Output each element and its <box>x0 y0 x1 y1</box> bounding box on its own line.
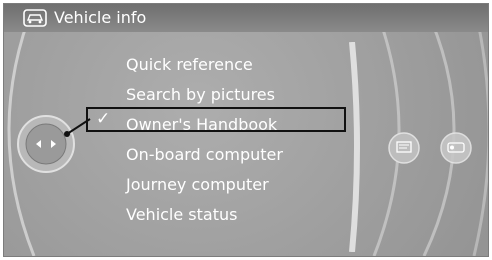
header-title: Vehicle info <box>54 8 147 27</box>
car-info-icon <box>23 9 47 27</box>
menu-item-on-board-computer[interactable]: On-board computer <box>126 140 283 170</box>
vehicle-info-menu: Quick reference Search by pictures Owner… <box>126 50 283 230</box>
header-bar: Vehicle info <box>4 4 488 32</box>
vehicle-info-screen: Vehicle info ✓ Quick reference Search by… <box>3 3 489 257</box>
menu-scroll-track[interactable] <box>348 42 362 252</box>
menu-item-vehicle-status[interactable]: Vehicle status <box>126 200 283 230</box>
menu-item-journey-computer[interactable]: Journey computer <box>126 170 283 200</box>
journey-computer-icon[interactable] <box>440 132 472 164</box>
menu-item-quick-reference[interactable]: Quick reference <box>126 50 283 80</box>
on-board-computer-icon[interactable] <box>388 132 420 164</box>
selected-check-icon: ✓ <box>96 109 111 129</box>
menu-item-owners-handbook[interactable]: Owner's Handbook <box>126 110 283 140</box>
menu-item-search-by-pictures[interactable]: Search by pictures <box>126 80 283 110</box>
